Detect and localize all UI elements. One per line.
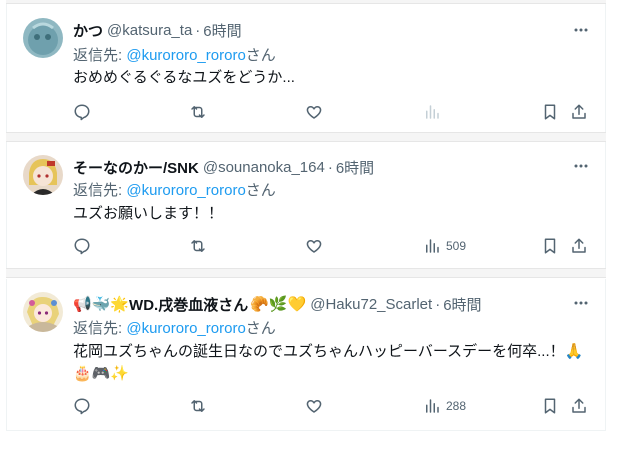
name-emoji-prefix: 📢🐳🌟 (73, 296, 130, 313)
dot-separator: · (435, 295, 441, 313)
timeline: かつ @katsura_ta · 6時間 返信先: @kurororo_roro… (6, 0, 606, 455)
bookmark-icon (541, 397, 559, 415)
views-button[interactable] (423, 102, 446, 122)
share-button[interactable] (570, 396, 588, 416)
share-icon (570, 397, 588, 415)
like-button[interactable] (305, 236, 323, 256)
reply-button[interactable] (73, 236, 91, 256)
retweet-button[interactable] (188, 102, 208, 122)
retweet-button[interactable] (188, 236, 208, 256)
reply-suffix: さん (245, 182, 276, 199)
display-name[interactable]: WD.戌巻血液さん (129, 294, 248, 315)
views-icon (423, 103, 441, 121)
action-bar: 509 (67, 236, 597, 256)
reply-suffix: さん (245, 320, 276, 337)
timestamp[interactable]: 6時間 (203, 20, 241, 41)
timestamp[interactable]: 6時間 (443, 294, 481, 315)
share-icon (570, 237, 588, 255)
reply-prefix: 返信先: (73, 47, 127, 64)
like-icon (305, 103, 323, 121)
retweet-button[interactable] (188, 396, 208, 416)
reply-button[interactable] (73, 102, 91, 122)
reply-prefix: 返信先: (73, 320, 127, 337)
reply-suffix: さん (245, 47, 276, 64)
tweet-text-line: 花岡ユズちゃんの誕生日なのでユズちゃんハッピーバースデーを何卒...！🙏 (73, 343, 584, 360)
display-name[interactable]: かつ (73, 20, 103, 41)
retweet-icon (188, 103, 208, 121)
bookmark-icon (541, 237, 559, 255)
reply-icon (73, 397, 91, 415)
tweet[interactable]: 📢🐳🌟 WD.戌巻血液さん 🥐🌿💛 @Haku72_Scarlet · 6時間 … (6, 279, 606, 431)
separator (6, 132, 606, 142)
reply-to-link[interactable]: @kurororo_rororo (126, 182, 245, 199)
tweet-text: おめめぐるぐるなユズをどうか... (73, 69, 295, 86)
bookmark-button[interactable] (541, 396, 559, 416)
bookmark-button[interactable] (541, 236, 559, 256)
tweet[interactable]: かつ @katsura_ta · 6時間 返信先: @kurororo_roro… (6, 4, 606, 132)
tweet-header: そーなのかー/SNK @sounanoka_164 · 6時間 (73, 157, 374, 177)
reply-icon (73, 103, 91, 121)
tweet[interactable]: そーなのかー/SNK @sounanoka_164 · 6時間 返信先: @ku… (6, 142, 606, 268)
timestamp[interactable]: 6時間 (336, 157, 374, 178)
reply-to-link[interactable]: @kurororo_rororo (126, 47, 245, 64)
like-button[interactable] (305, 102, 323, 122)
user-handle[interactable]: @Haku72_Scarlet (310, 296, 432, 313)
tweet-text: 花岡ユズちゃんの誕生日なのでユズちゃんハッピーバースデーを何卒...！🙏 🎂🎮✨ (73, 341, 593, 385)
like-button[interactable] (305, 396, 323, 416)
retweet-icon (188, 237, 208, 255)
share-button[interactable] (570, 236, 588, 256)
more-icon[interactable] (571, 20, 591, 40)
bookmark-icon (541, 103, 559, 121)
tweet-text: ユズお願いします！！ (73, 205, 224, 222)
dot-separator: · (195, 21, 201, 39)
retweet-icon (188, 397, 208, 415)
action-bar: 288 (67, 396, 597, 416)
reply-icon (73, 237, 91, 255)
reply-context: 返信先: @kurororo_rororoさん (73, 44, 276, 65)
action-bar (67, 102, 597, 122)
tweet-text-line: 🎂🎮✨ (73, 365, 130, 382)
reply-context: 返信先: @kurororo_rororoさん (73, 179, 276, 200)
avatar[interactable] (23, 292, 63, 332)
display-name[interactable]: そーなのかー/SNK (73, 157, 199, 178)
reply-to-link[interactable]: @kurororo_rororo (126, 320, 245, 337)
separator (6, 268, 606, 278)
user-handle[interactable]: @katsura_ta (107, 22, 192, 39)
avatar[interactable] (23, 18, 63, 58)
tweet-header: 📢🐳🌟 WD.戌巻血液さん 🥐🌿💛 @Haku72_Scarlet · 6時間 (73, 294, 482, 314)
views-icon (423, 237, 441, 255)
avatar[interactable] (23, 155, 63, 195)
name-emoji-suffix: 🥐🌿💛 (250, 296, 307, 313)
views-icon (423, 397, 441, 415)
views-button[interactable]: 509 (423, 236, 466, 256)
user-handle[interactable]: @sounanoka_164 (203, 159, 325, 176)
reply-prefix: 返信先: (73, 182, 127, 199)
views-count: 288 (446, 399, 467, 413)
bookmark-button[interactable] (541, 102, 559, 122)
reply-button[interactable] (73, 396, 91, 416)
reply-context: 返信先: @kurororo_rororoさん (73, 317, 276, 338)
like-icon (305, 397, 323, 415)
share-button[interactable] (570, 102, 588, 122)
like-icon (305, 237, 323, 255)
views-button[interactable]: 288 (423, 396, 466, 416)
dot-separator: · (327, 158, 333, 176)
more-icon[interactable] (571, 293, 591, 313)
more-icon[interactable] (571, 156, 591, 176)
tweet-header: かつ @katsura_ta · 6時間 (73, 20, 242, 40)
views-count: 509 (446, 239, 467, 253)
share-icon (570, 103, 588, 121)
